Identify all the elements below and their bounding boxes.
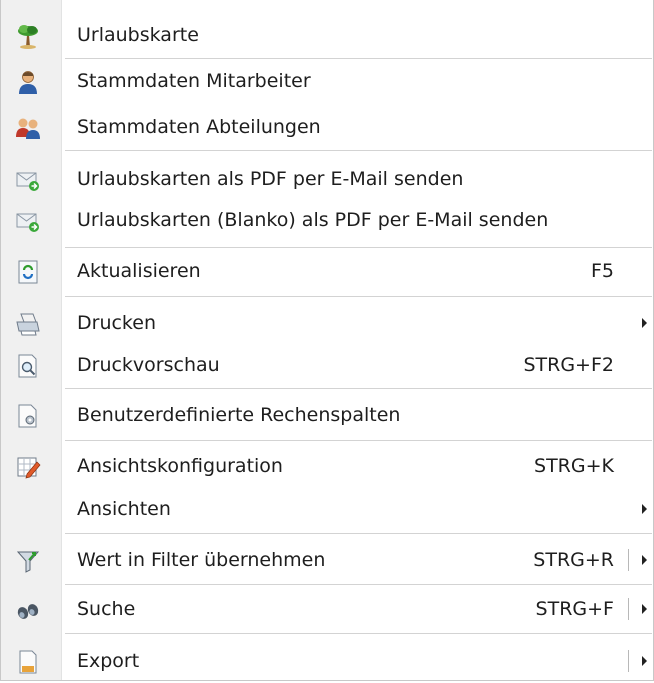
menu-item-ansichtskonfiguration[interactable]: Ansichtskonfiguration STRG+K [1,444,653,488]
submenu-divider [628,598,629,620]
menu-item-drucken[interactable]: Drucken [1,301,653,345]
menu-separator [65,533,652,534]
user-icon [15,69,41,95]
menu-separator [65,247,652,248]
submenu-arrow-icon[interactable] [642,656,647,666]
menu-item-druckvorschau[interactable]: Druckvorschau STRG+F2 [1,343,653,387]
menu-item-aktualisieren[interactable]: Aktualisieren F5 [1,249,653,293]
menu-item-label: Benutzerdefinierte Rechenspalten [77,404,401,426]
menu-item-label: Drucken [77,312,156,334]
printer-icon [15,311,41,337]
menu-item-stammdaten-abteilungen[interactable]: Stammdaten Abteilungen [1,105,653,149]
menu-separator [65,296,652,297]
menu-separator [65,150,652,151]
menu-item-suche[interactable]: Suche STRG+F [1,587,653,631]
menu-item-ansichten[interactable]: Ansichten [1,487,653,531]
shortcut-text: STRG+R [533,549,614,571]
menu-item-pdf-email-blanko[interactable]: Urlaubskarten (Blanko) als PDF per E-Mai… [1,198,653,242]
document-gear-icon [15,403,41,429]
mail-send-icon [15,167,41,193]
menu-item-label: Urlaubskarten (Blanko) als PDF per E-Mai… [77,209,549,231]
context-menu: Urlaubskarte Stammdaten Mitarbeiter Stam… [0,0,654,681]
menu-item-label: Urlaubskarten als PDF per E-Mail senden [77,168,464,190]
submenu-divider [628,549,629,571]
shortcut-text: STRG+F [535,598,614,620]
submenu-arrow-icon[interactable] [642,555,647,565]
shortcut-text: STRG+K [534,455,614,477]
menu-item-label: Export [77,650,140,672]
menu-separator [65,633,652,634]
menu-item-label: Stammdaten Abteilungen [77,116,321,138]
submenu-arrow-icon[interactable] [642,604,647,614]
menu-item-rechenspalten[interactable]: Benutzerdefinierte Rechenspalten [1,393,653,437]
palm-tree-icon [15,23,41,49]
shortcut-text: STRG+F2 [523,354,614,376]
menu-item-label: Urlaubskarte [77,24,199,46]
menu-item-export[interactable]: Export [1,639,653,683]
users-group-icon [15,115,41,141]
menu-separator [65,440,652,441]
export-icon [15,649,41,675]
menu-item-wert-in-filter[interactable]: Wert in Filter übernehmen STRG+R [1,538,653,582]
menu-separator [65,388,652,389]
menu-item-pdf-email[interactable]: Urlaubskarten als PDF per E-Mail senden [1,157,653,201]
mail-send-icon [15,208,41,234]
menu-separator [65,584,652,585]
menu-item-urlaubskarte[interactable]: Urlaubskarte [1,13,653,57]
submenu-divider [628,650,629,672]
menu-item-stammdaten-mitarbeiter[interactable]: Stammdaten Mitarbeiter [1,59,653,103]
menu-item-label: Ansichten [77,498,171,520]
menu-item-label: Stammdaten Mitarbeiter [77,70,311,92]
shortcut-text: F5 [590,260,614,282]
submenu-arrow-icon [642,504,647,514]
submenu-arrow-icon [642,318,647,328]
